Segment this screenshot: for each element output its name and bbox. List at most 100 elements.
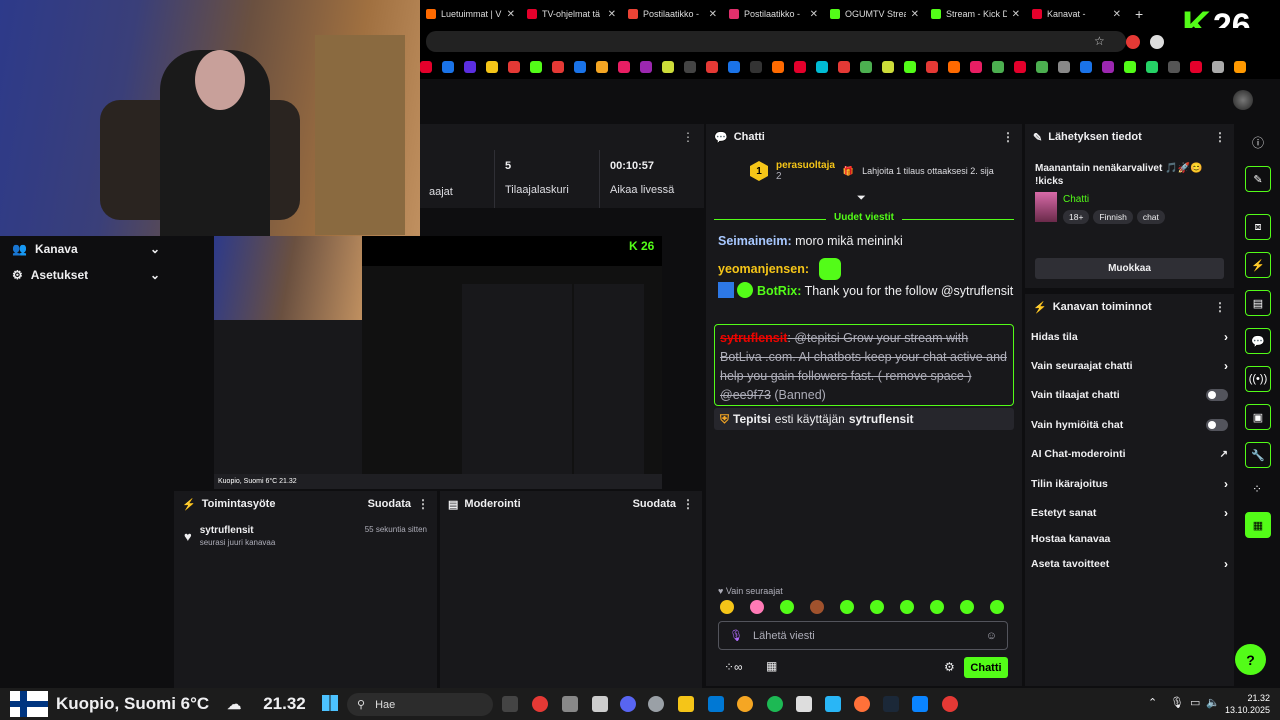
bookmark-icon[interactable] — [618, 61, 630, 73]
chat-username[interactable]: BotRix: — [757, 284, 801, 298]
channel-action-ai-moderation[interactable]: AI Chat-moderointi ↗ — [1025, 440, 1234, 469]
store-icon[interactable]: ▦ — [766, 659, 777, 673]
firefox-icon[interactable] — [854, 696, 870, 712]
emote-only-toggle[interactable] — [1206, 418, 1228, 431]
bookmark-icon[interactable] — [1146, 61, 1158, 73]
browser-tab[interactable]: OGUMTV Strea ✕ — [824, 0, 925, 28]
gear-icon[interactable]: ⚙ — [944, 660, 955, 674]
bookmark-icon[interactable] — [1124, 61, 1136, 73]
chat-input[interactable]: 🎙 Lähetä viesti ☺ — [718, 621, 1008, 650]
app-icon[interactable] — [562, 696, 578, 712]
close-icon[interactable]: ✕ — [810, 9, 818, 20]
bookmark-icon[interactable] — [838, 61, 850, 73]
emote-icon[interactable] — [900, 600, 914, 614]
close-icon[interactable]: ✕ — [709, 9, 717, 20]
more-options-icon[interactable]: ⋮ — [1002, 130, 1014, 144]
broadcast-icon[interactable]: ((•)) — [1245, 366, 1271, 392]
bookmark-icon[interactable] — [1036, 61, 1048, 73]
bookmark-icon[interactable] — [1058, 61, 1070, 73]
browser-tab[interactable]: Kanavat - ✕ — [1026, 0, 1127, 28]
weather-widget[interactable]: Kuopio, Suomi 6°C ☁ 21.32 — [10, 688, 306, 720]
clip-icon[interactable]: ⧈ — [1245, 214, 1271, 240]
more-options-icon[interactable]: ⋮ — [1214, 130, 1226, 144]
edit-icon[interactable]: ✎ — [1245, 166, 1271, 192]
bookmark-icon[interactable] — [1014, 61, 1026, 73]
volume-icon[interactable]: 🔈 — [1206, 696, 1220, 709]
send-chat-button[interactable]: Chatti — [964, 657, 1008, 678]
edit-button[interactable]: Muokkaa — [1035, 258, 1224, 279]
bookmark-icon[interactable] — [640, 61, 652, 73]
channel-action-slow-mode[interactable]: Hidas tila › — [1025, 322, 1234, 351]
emote-icon[interactable] — [750, 600, 764, 614]
bookmark-icon[interactable] — [574, 61, 586, 73]
bookmark-icon[interactable] — [530, 61, 542, 73]
bookmark-icon[interactable] — [508, 61, 520, 73]
extension-icon[interactable] — [1150, 35, 1164, 49]
channel-action-age-restriction[interactable]: Tilin ikärajoitus › — [1025, 469, 1234, 498]
channel-action-blocked-words[interactable]: Estetyt sanat › — [1025, 498, 1234, 527]
category-thumbnail[interactable] — [1035, 192, 1057, 222]
bookmark-icon[interactable] — [1168, 61, 1180, 73]
bookmark-icon[interactable] — [1102, 61, 1114, 73]
close-icon[interactable]: ✕ — [507, 9, 515, 20]
bookmark-icon[interactable] — [970, 61, 982, 73]
wrench-icon[interactable]: 🔧 — [1245, 442, 1271, 468]
bookmark-icon[interactable] — [486, 61, 498, 73]
emote-icon[interactable] — [870, 600, 884, 614]
lightning-icon[interactable]: ⚡ — [1245, 252, 1271, 278]
apps-icon[interactable]: ⁘ — [1252, 482, 1262, 496]
channel-action-followers-only[interactable]: Vain seuraajat chatti › — [1025, 351, 1234, 380]
leader-username[interactable]: perasuoltaja — [776, 160, 835, 171]
app-icon[interactable] — [532, 696, 548, 712]
tag[interactable]: Finnish — [1093, 210, 1133, 224]
browser-tab[interactable]: TV-ohjelmat tä ✕ — [521, 0, 622, 28]
category-link[interactable]: Chatti — [1063, 194, 1089, 205]
bookmark-icon[interactable] — [992, 61, 1004, 73]
chat-username[interactable]: Seimaineim: — [718, 234, 792, 248]
bookmark-icon[interactable] — [662, 61, 674, 73]
spotify-icon[interactable] — [767, 696, 783, 712]
browser-tab[interactable]: Luetuimmat | V ✕ — [420, 0, 521, 28]
windows-start-icon[interactable] — [322, 695, 338, 711]
chat-username[interactable]: yeomanjensen: — [718, 260, 809, 279]
close-icon[interactable]: ✕ — [1012, 9, 1020, 20]
emote-icon[interactable] — [990, 600, 1004, 614]
calculator-icon[interactable] — [592, 696, 608, 712]
avatar[interactable] — [1233, 90, 1253, 110]
channel-action-set-goals[interactable]: Aseta tavoitteet › — [1025, 550, 1234, 579]
extension-icon[interactable] — [1126, 35, 1140, 49]
bookmark-star-icon[interactable]: ☆ — [1094, 34, 1105, 48]
bookmark-icon[interactable] — [1212, 61, 1224, 73]
chat-username[interactable]: sytruflensit — [720, 331, 787, 345]
steam-icon[interactable] — [883, 696, 899, 712]
taskbar-search[interactable]: ⚲ Hae — [347, 693, 493, 716]
emote-icon[interactable] — [960, 600, 974, 614]
bookmark-icon[interactable] — [420, 61, 432, 73]
sidebar-item-kanava[interactable]: 👥 Kanava ⌄ — [0, 236, 172, 262]
more-options-icon[interactable]: ⋮ — [682, 130, 694, 144]
filter-button[interactable]: Suodata — [368, 498, 411, 510]
bookmark-icon[interactable] — [882, 61, 894, 73]
moderator-name[interactable]: Tepitsi — [733, 412, 771, 426]
close-icon[interactable]: ✕ — [911, 9, 919, 20]
bookmark-icon[interactable] — [772, 61, 784, 73]
help-button[interactable]: ? — [1235, 644, 1266, 675]
taskbar-clock[interactable]: 21.32 13.10.2025 — [1222, 692, 1270, 716]
url-field[interactable] — [426, 31, 1126, 52]
app-icon[interactable] — [825, 696, 841, 712]
bookmark-icon[interactable] — [860, 61, 872, 73]
bookmark-icon[interactable] — [794, 61, 806, 73]
discord-icon[interactable] — [620, 696, 636, 712]
bookmark-icon[interactable] — [706, 61, 718, 73]
info-icon[interactable]: ⓘ — [1252, 134, 1264, 151]
browser-tab-active[interactable]: Stream - Kick D ✕ — [925, 0, 1026, 28]
emote-icon[interactable] — [810, 600, 824, 614]
settings-icon[interactable] — [648, 696, 664, 712]
subscribers-only-toggle[interactable] — [1206, 389, 1228, 402]
bookmark-icon[interactable] — [684, 61, 696, 73]
bookmark-icon[interactable] — [1190, 61, 1202, 73]
bookmark-icon[interactable] — [552, 61, 564, 73]
bookmark-icon[interactable] — [816, 61, 828, 73]
chat-bubble-icon[interactable]: 💬 — [1245, 328, 1271, 354]
chrome-icon[interactable] — [942, 696, 958, 712]
